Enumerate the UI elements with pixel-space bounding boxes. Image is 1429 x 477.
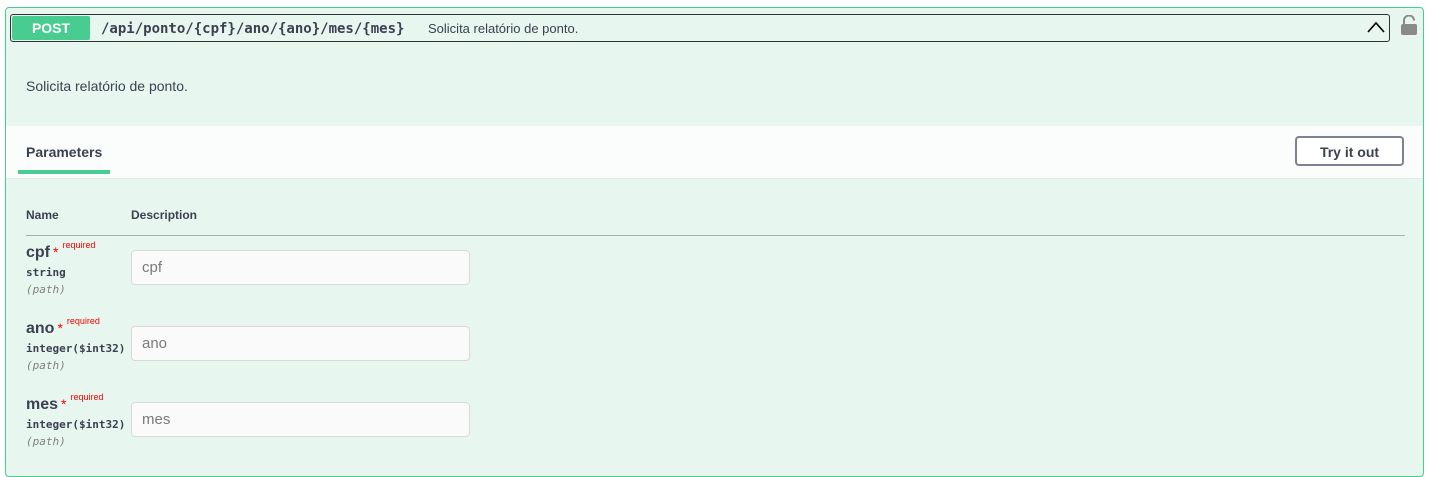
parameter-type: integer($int32) bbox=[26, 418, 126, 431]
mes-input[interactable] bbox=[131, 402, 470, 437]
try-it-out-button[interactable]: Try it out bbox=[1295, 136, 1404, 166]
parameter-mes: mes * required integer($int32) (path) bbox=[26, 392, 126, 448]
required-marker: * bbox=[57, 320, 63, 336]
unlocked-padlock-icon[interactable] bbox=[1400, 15, 1418, 35]
column-header-description: Description bbox=[131, 208, 198, 222]
operation-block: POST /api/ponto/{cpf}/ano/{ano}/mes/{mes… bbox=[5, 7, 1424, 477]
parameter-ano: ano * required integer($int32) (path) bbox=[26, 316, 126, 372]
parameter-location: (path) bbox=[26, 359, 66, 372]
parameter-name: mes bbox=[26, 396, 59, 413]
cpf-input[interactable] bbox=[131, 250, 470, 285]
endpoint-path: /api/ponto/{cpf}/ano/{ano}/mes/{mes} bbox=[101, 21, 405, 37]
operation-description: Solicita relatório de ponto. bbox=[26, 78, 188, 94]
operation-summary-text: Solicita relatório de ponto. bbox=[428, 21, 579, 36]
active-tab-indicator bbox=[18, 170, 110, 174]
tab-parameters[interactable]: Parameters bbox=[26, 144, 102, 160]
chevron-up-icon[interactable] bbox=[1365, 17, 1387, 39]
ano-input[interactable] bbox=[131, 326, 470, 361]
parameter-cpf: cpf * required string (path) bbox=[26, 240, 95, 296]
parameter-name: cpf bbox=[26, 244, 50, 261]
http-method-badge: POST bbox=[12, 16, 90, 40]
parameter-location: (path) bbox=[26, 283, 66, 296]
parameter-type: string bbox=[26, 266, 66, 279]
required-label: required bbox=[66, 316, 100, 326]
parameter-name: ano bbox=[26, 320, 55, 337]
header-divider bbox=[26, 235, 1405, 236]
column-header-name: Name bbox=[26, 208, 59, 222]
parameters-header: Parameters Try it out bbox=[6, 126, 1423, 179]
parameter-type: integer($int32) bbox=[26, 342, 126, 355]
operation-summary[interactable]: POST /api/ponto/{cpf}/ano/{ano}/mes/{mes… bbox=[10, 14, 1390, 42]
required-label: required bbox=[70, 392, 104, 402]
required-marker: * bbox=[61, 396, 67, 412]
required-label: required bbox=[62, 240, 96, 250]
parameter-location: (path) bbox=[26, 435, 66, 448]
required-marker: * bbox=[53, 244, 59, 260]
